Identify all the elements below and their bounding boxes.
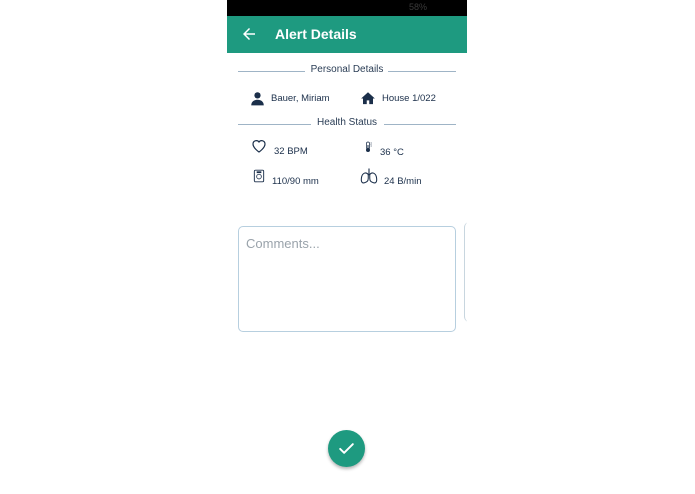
app-bar: Alert Details xyxy=(227,16,467,53)
divider-right xyxy=(384,124,456,125)
phone-screen: 58% Alert Details Personal Details Bauer… xyxy=(227,0,467,494)
section-label: Personal Details xyxy=(310,64,384,75)
thermometer-icon xyxy=(366,141,372,152)
home-icon xyxy=(361,92,375,105)
lungs-icon xyxy=(360,168,378,184)
temperature-value: 36 °C xyxy=(380,146,404,158)
heart-icon xyxy=(252,140,266,153)
section-label: Health Status xyxy=(316,117,378,128)
patient-address-text: House 1/022 xyxy=(382,93,436,104)
comments-field[interactable]: Comments... xyxy=(238,226,456,332)
comments-placeholder: Comments... xyxy=(246,236,320,251)
divider-right xyxy=(388,71,456,72)
patient-name-text: Bauer, Miriam xyxy=(271,93,330,104)
blood-pressure: 110/90 mm xyxy=(252,167,319,187)
breathing-rate-value: 24 B/min xyxy=(384,175,422,187)
person-icon xyxy=(251,92,264,106)
health-status-header: Health Status xyxy=(238,117,456,131)
breathing-rate: 24 B/min xyxy=(360,167,422,187)
confirm-button[interactable] xyxy=(328,430,365,467)
arrow-left-icon[interactable] xyxy=(240,25,258,43)
blood-pressure-value: 110/90 mm xyxy=(272,175,319,187)
patient-name: Bauer, Miriam xyxy=(250,91,330,106)
adjacent-card-edge xyxy=(464,222,467,322)
blood-pressure-icon xyxy=(253,169,265,183)
patient-address: House 1/022 xyxy=(360,91,436,106)
check-icon xyxy=(339,443,354,454)
battery-level: 58% xyxy=(408,2,427,12)
status-bar: 58% xyxy=(227,0,467,16)
heart-rate-value: 32 BPM xyxy=(274,145,308,157)
page-title: Alert Details xyxy=(275,26,357,42)
temperature: 36 °C xyxy=(362,138,404,158)
heart-rate: 32 BPM xyxy=(250,138,308,157)
personal-details-header: Personal Details xyxy=(238,64,456,78)
